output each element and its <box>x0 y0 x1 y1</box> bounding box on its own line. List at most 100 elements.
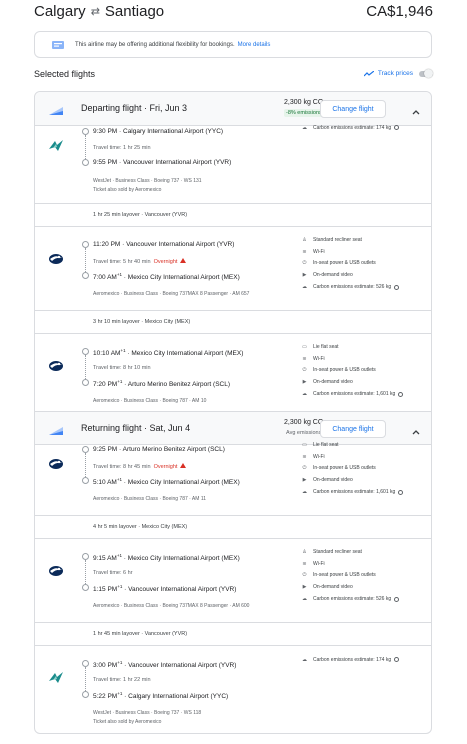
departure-airport: Vancouver International Airport (YVR) <box>126 241 235 248</box>
co2-icon: ☁ <box>302 284 307 291</box>
amenity-text: On-demand video <box>313 379 353 386</box>
amenity-row: ▶ On-demand video <box>301 376 403 388</box>
flight-details: Aeromexico · Business Class · Boeing 787… <box>93 398 207 404</box>
travel-time-text: Travel time: 5 hr 40 min <box>93 259 151 265</box>
layover-row: 1 hr 25 min layover · Vancouver (YVR) <box>35 203 431 227</box>
route-line <box>85 560 86 584</box>
amenities-list: ☁ Carbon emissions estimate: 174 kg <box>301 122 400 134</box>
amenity-text: Wi-Fi <box>313 560 325 567</box>
amenity-text: Wi-Fi <box>313 248 325 255</box>
warning-icon <box>180 463 187 468</box>
amenity-row: ≋ Wi-Fi <box>301 353 403 365</box>
arrival-airport: Mexico City International Airport (MEX) <box>127 274 240 282</box>
flat-seat-icon: ▭ <box>302 343 307 350</box>
departing-change-flight-button[interactable]: Change flight <box>320 100 386 118</box>
travel-time: Travel time: 6 hr <box>93 570 133 576</box>
travel-time: Travel time: 8 hr 10 min <box>93 365 151 371</box>
amenity-row: ♙ Standard recliner seat <box>301 234 399 246</box>
departure-dot <box>82 553 89 560</box>
amenity-text: In-seat power & USB outlets <box>313 572 376 579</box>
returning-date: Sat, Jun 4 <box>149 423 191 433</box>
departing-title-text: Departing flight <box>81 103 142 113</box>
layover-row: 3 hr 10 min layover · Mexico City (MEX) <box>35 310 431 334</box>
amenities-list: ♙ Standard recliner seat ≋ Wi-Fi ⏻ In-seat po… <box>301 546 400 605</box>
travel-time: Travel time: 5 hr 40 min Overnight <box>93 258 187 265</box>
departure-airport: Calgary International Airport (YYC) <box>123 128 224 135</box>
amenity-row: ☁ Carbon emissions estimate: 526 kg <box>301 593 400 605</box>
track-prices-label: Track prices <box>377 70 413 77</box>
more-details-link[interactable]: More details <box>238 42 271 48</box>
arrival-dot <box>82 477 89 484</box>
recliner-seat-icon: ♙ <box>302 548 307 555</box>
amenity-text: On-demand video <box>313 584 353 591</box>
departure-time: 9:15 AM <box>93 555 117 563</box>
chevron-up-icon[interactable] <box>411 424 421 435</box>
video-icon: ▶ <box>302 477 307 484</box>
amenity-row: ☁ Carbon emissions estimate: 174 kg <box>301 654 400 666</box>
arrival-row: 7:20 PM+1 · Arturo Merino Benitez Airpor… <box>93 379 231 389</box>
flexibility-notice: This airline may be offering additional … <box>34 31 432 58</box>
amenity-text: Wi-Fi <box>313 355 325 362</box>
wifi-icon: ≋ <box>302 248 307 255</box>
info-icon[interactable] <box>394 596 400 602</box>
video-icon: ▶ <box>302 379 307 386</box>
chevron-up-icon[interactable] <box>411 104 421 115</box>
flight-details: Aeromexico · Business Class · Boeing 737… <box>93 603 250 609</box>
track-prices-toggle[interactable] <box>419 68 433 78</box>
track-prices[interactable]: Track prices <box>363 68 433 78</box>
layover-row: 4 hr 5 min layover · Mexico City (MEX) <box>35 515 431 539</box>
arrival-row: 5:22 PM+1 · Calgary International Airpor… <box>93 691 229 701</box>
departing-header: Departing flight · Fri, Jun 3 2,300 kg CO… <box>35 92 431 126</box>
arrival-airport: Arturo Merino Benitez Airport (SCL) <box>127 381 231 389</box>
airplane-icon <box>48 103 64 115</box>
amenity-row: ▶ On-demand video <box>301 474 403 486</box>
departing-emissions-badge: -8% emissions <box>284 109 324 117</box>
departure-row: 11:20 PM · Vancouver International Airpo… <box>93 241 235 248</box>
amenity-text: In-seat power & USB outlets <box>313 367 376 374</box>
arrival-airport: Vancouver International Airport (YVR) <box>123 159 232 166</box>
calendar-icon <box>51 40 65 50</box>
arrival-dot <box>82 584 89 591</box>
amenity-row: ▭ Lie flat seat <box>301 439 403 451</box>
arrival-dot <box>82 159 89 166</box>
returning-change-flight-button[interactable]: Change flight <box>320 420 386 438</box>
amenity-row: ⏻ In-seat power & USB outlets <box>301 463 403 475</box>
co2-icon: ☁ <box>302 489 307 496</box>
westjet-logo <box>47 671 65 685</box>
arrival-airport: Mexico City International Airport (MEX) <box>127 479 240 487</box>
info-icon[interactable] <box>394 657 400 663</box>
co2-icon: ☁ <box>302 391 307 398</box>
selected-flights-heading: Selected flights <box>34 69 96 79</box>
wifi-icon: ≋ <box>302 453 307 460</box>
arrival-row: 1:15 PM+1 · Vancouver International Airp… <box>93 584 237 594</box>
amenity-text: Standard recliner seat <box>313 548 362 555</box>
departure-row: 9:15 AM+1 · Mexico City International Ai… <box>93 553 240 563</box>
departure-row: 9:30 PM · Calgary International Airport … <box>93 128 224 135</box>
departure-row: 9:25 PM · Arturo Merino Benitez Airport … <box>93 446 225 453</box>
amenity-row: ≋ Wi-Fi <box>301 451 403 463</box>
flight-details: WestJet · Business Class · Boeing 737 · … <box>93 710 202 716</box>
arrival-time: 5:22 PM <box>93 693 118 701</box>
departure-dot <box>82 241 89 248</box>
departure-dot <box>82 128 89 135</box>
notice-text: This airline may be offering additional … <box>75 41 235 48</box>
info-icon[interactable] <box>394 284 400 290</box>
returning-title-text: Returning flight <box>81 423 142 433</box>
amenity-row: ⏻ In-seat power & USB outlets <box>301 365 403 377</box>
departure-row: 3:00 PM+1 · Vancouver International Airp… <box>93 660 237 670</box>
departure-time: 11:20 PM <box>93 241 121 248</box>
amenities-list: ♙ Standard recliner seat ≋ Wi-Fi ⏻ In-seat po… <box>301 234 400 293</box>
info-icon[interactable] <box>398 489 404 495</box>
amenity-text: Carbon emissions estimate: 526 kg <box>313 284 392 291</box>
info-icon[interactable] <box>398 391 404 397</box>
co2-icon: ☁ <box>302 124 307 131</box>
total-price: CA$1,946 <box>366 2 433 20</box>
info-icon[interactable] <box>394 125 400 131</box>
itinerary-card: Departing flight · Fri, Jun 3 2,300 kg CO… <box>34 91 432 734</box>
flight-details: Aeromexico · Business Class · Boeing 787… <box>93 496 207 502</box>
power-outlet-icon: ⏻ <box>302 572 307 579</box>
amenity-row: ≋ Wi-Fi <box>301 558 399 570</box>
departing-date: Fri, Jun 3 <box>149 103 188 113</box>
route-line <box>85 355 86 379</box>
arrival-time: 9:55 PM <box>93 159 118 166</box>
